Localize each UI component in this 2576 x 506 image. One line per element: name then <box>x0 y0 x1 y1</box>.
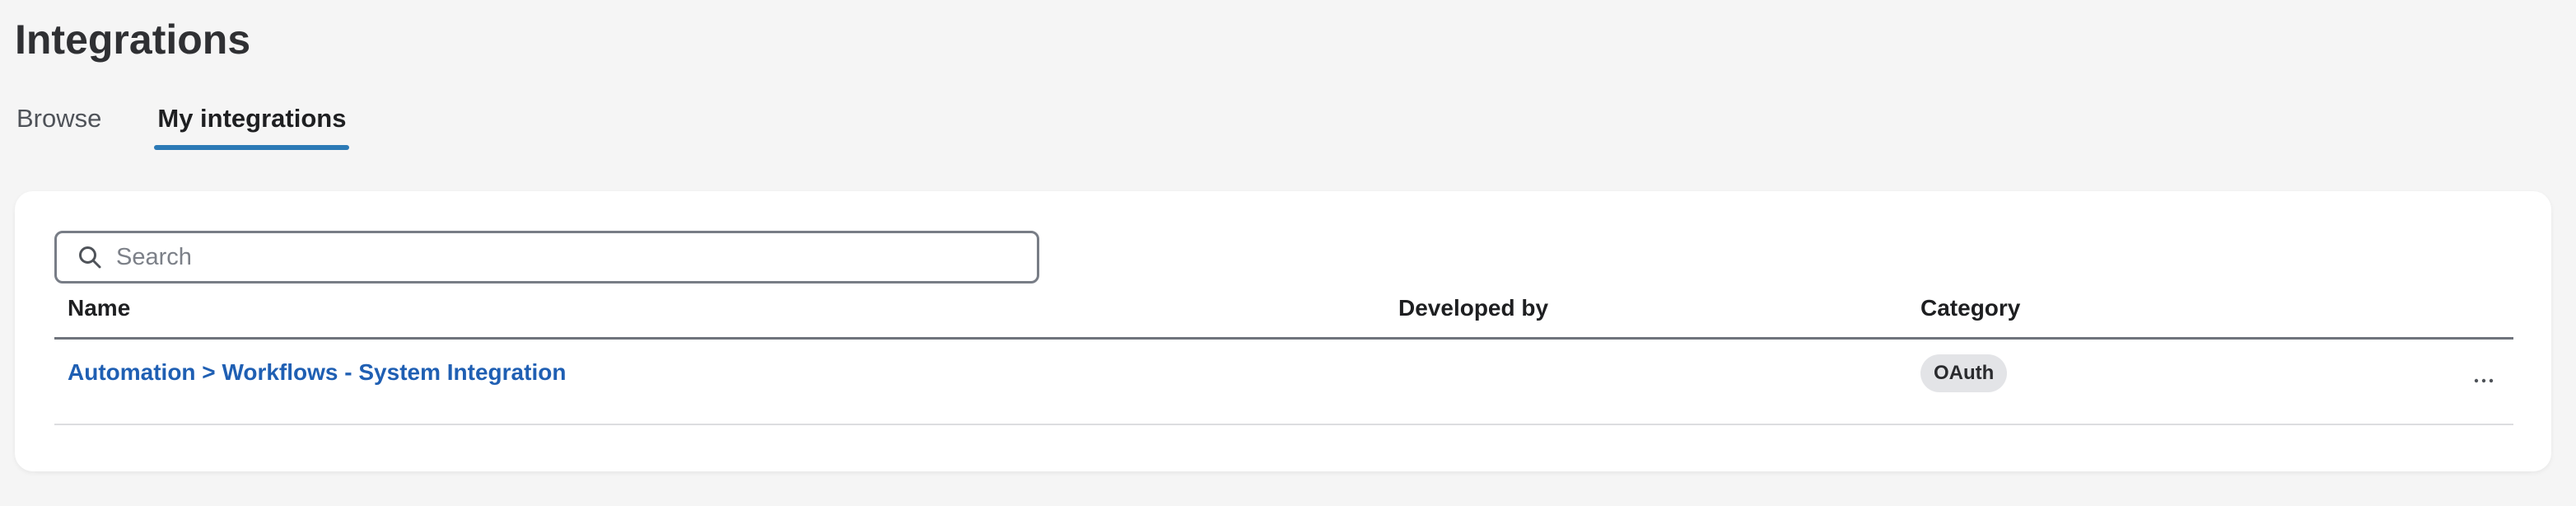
row-actions-button[interactable] <box>2466 364 2502 397</box>
search-input[interactable] <box>116 237 1014 278</box>
search-icon <box>72 239 108 275</box>
tab-my-integrations[interactable]: My integrations <box>154 97 350 150</box>
tab-bar: Browse My integrations <box>15 97 350 153</box>
column-header-category[interactable]: Category <box>1920 293 2020 323</box>
tab-browse[interactable]: Browse <box>15 97 103 140</box>
column-header-name[interactable]: Name <box>68 293 130 323</box>
integrations-card: Name Developed by Category Automation > … <box>15 191 2551 471</box>
table-header: Name Developed by Category <box>54 287 2513 340</box>
search-box[interactable] <box>54 231 1039 283</box>
integration-name-link[interactable]: Automation > Workflows - System Integrat… <box>68 358 566 387</box>
page-title: Integrations <box>15 16 251 63</box>
more-horizontal-icon <box>2473 377 2494 384</box>
integrations-page: Integrations Browse My integrations Name… <box>0 0 2576 506</box>
table-row: Automation > Workflows - System Integrat… <box>54 340 2513 425</box>
column-header-developed-by[interactable]: Developed by <box>1398 293 1548 323</box>
category-badge: OAuth <box>1920 354 2008 392</box>
